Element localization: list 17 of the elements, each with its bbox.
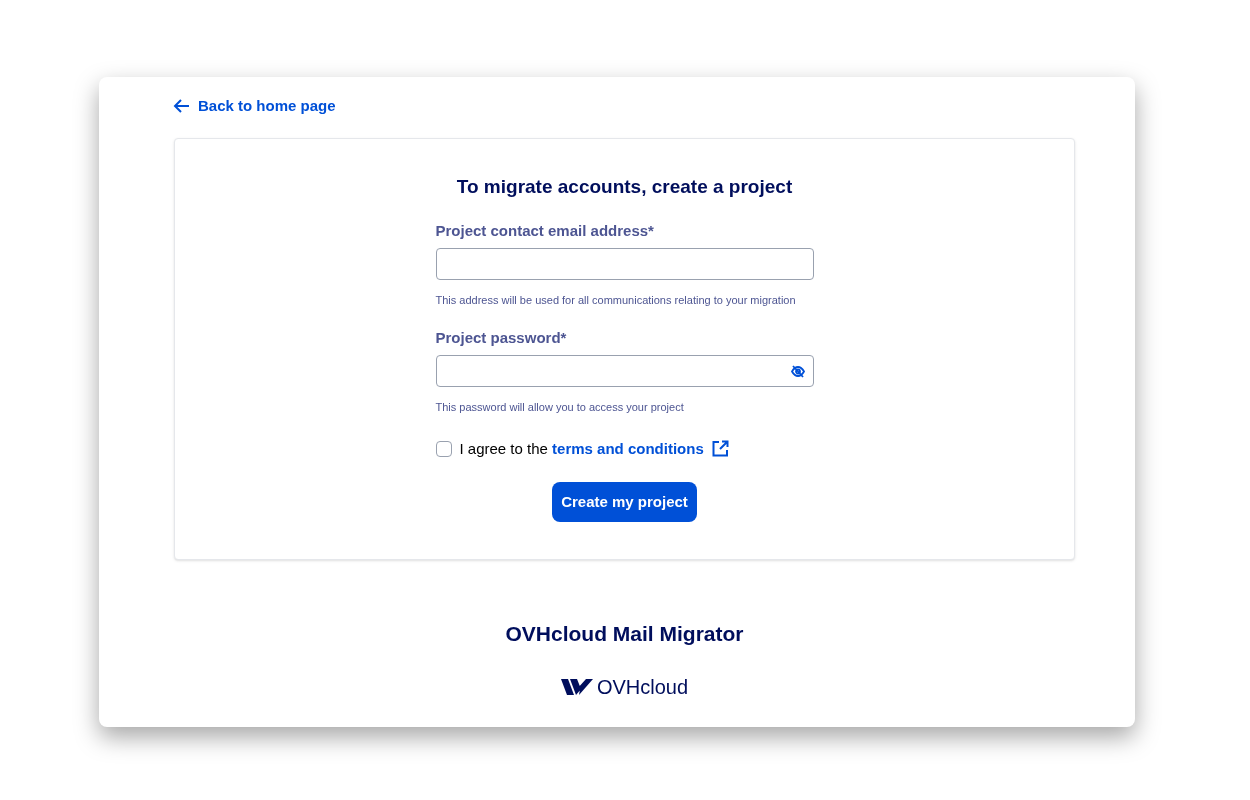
agree-checkbox[interactable]: [435, 440, 452, 457]
help-text: This address will be used for all communications relating to your migration: [435, 293, 797, 308]
form-title: To migrate accounts, create a project: [456, 175, 793, 199]
field-label: Project contact email address*: [435, 220, 655, 241]
app-title: OVHcloud Mail Migrator: [505, 621, 744, 647]
help-text: This password will allow you to access your project: [435, 400, 685, 415]
external-link-icon[interactable]: [711, 440, 729, 458]
back-link[interactable]: Back to home page: [173, 95, 336, 118]
create-project-button[interactable]: Create my project: [552, 482, 697, 522]
field-label: Project password*: [435, 327, 568, 348]
password-field[interactable]: [435, 355, 814, 387]
eye-slash-icon[interactable]: [790, 364, 805, 378]
arrow-left-icon: [173, 98, 190, 115]
agreement-text: I agree to the terms and conditions: [459, 438, 704, 459]
ovhcloud-logo: OVHcloud: [560, 671, 689, 702]
terms-link[interactable]: terms and conditions: [552, 439, 704, 457]
email-field[interactable]: [435, 248, 814, 280]
